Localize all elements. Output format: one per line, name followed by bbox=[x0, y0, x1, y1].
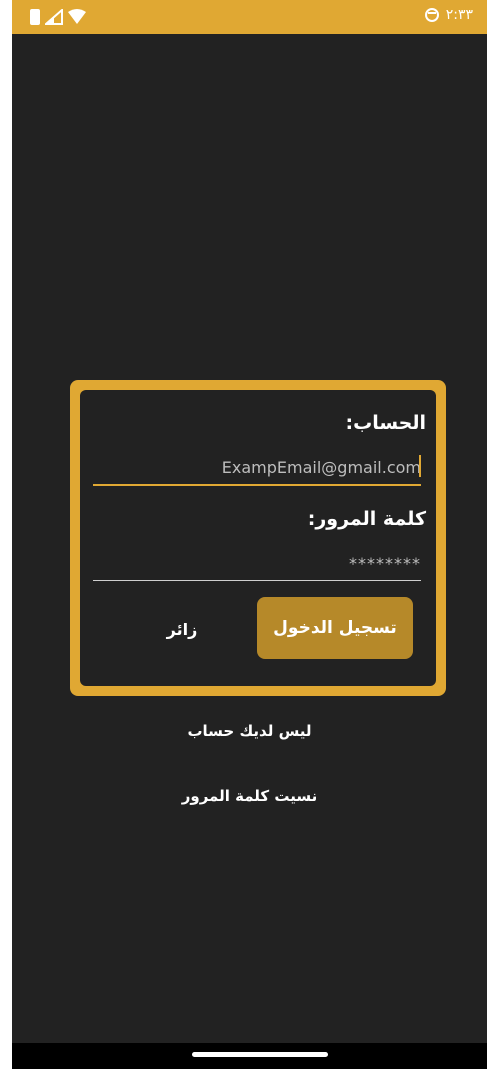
password-field[interactable] bbox=[93, 548, 421, 578]
battery-icon bbox=[30, 9, 40, 25]
account-label: الحساب: bbox=[345, 412, 427, 434]
status-icons-left bbox=[30, 9, 86, 25]
status-bar: ٢:٣٣ bbox=[12, 0, 487, 34]
email-field[interactable] bbox=[93, 452, 421, 482]
email-underline bbox=[93, 484, 421, 486]
no-account-link[interactable]: ليس لديك حساب bbox=[12, 722, 487, 740]
forgot-password-link[interactable]: نسيت كلمة المرور bbox=[12, 787, 487, 805]
navigation-bar bbox=[12, 1043, 487, 1069]
home-gesture-bar[interactable] bbox=[192, 1052, 328, 1057]
wifi-icon bbox=[68, 9, 86, 24]
status-icons-right: ٢:٣٣ bbox=[424, 7, 473, 23]
status-time: ٢:٣٣ bbox=[445, 7, 473, 23]
text-cursor bbox=[419, 455, 421, 477]
signal-icon bbox=[45, 9, 63, 25]
login-card-body: الحساب: كلمة المرور: تسجيل الدخول زائر bbox=[80, 390, 436, 686]
login-card: الحساب: كلمة المرور: تسجيل الدخول زائر bbox=[70, 380, 446, 696]
password-underline bbox=[93, 580, 421, 581]
app-screen: ٢:٣٣ الحساب: كلمة المرور: تسجيل الدخول ز… bbox=[12, 0, 487, 1069]
guest-button[interactable]: زائر bbox=[142, 612, 222, 646]
clock-icon bbox=[424, 8, 439, 22]
login-button[interactable]: تسجيل الدخول bbox=[257, 597, 413, 659]
password-label: كلمة المرور: bbox=[307, 508, 426, 530]
